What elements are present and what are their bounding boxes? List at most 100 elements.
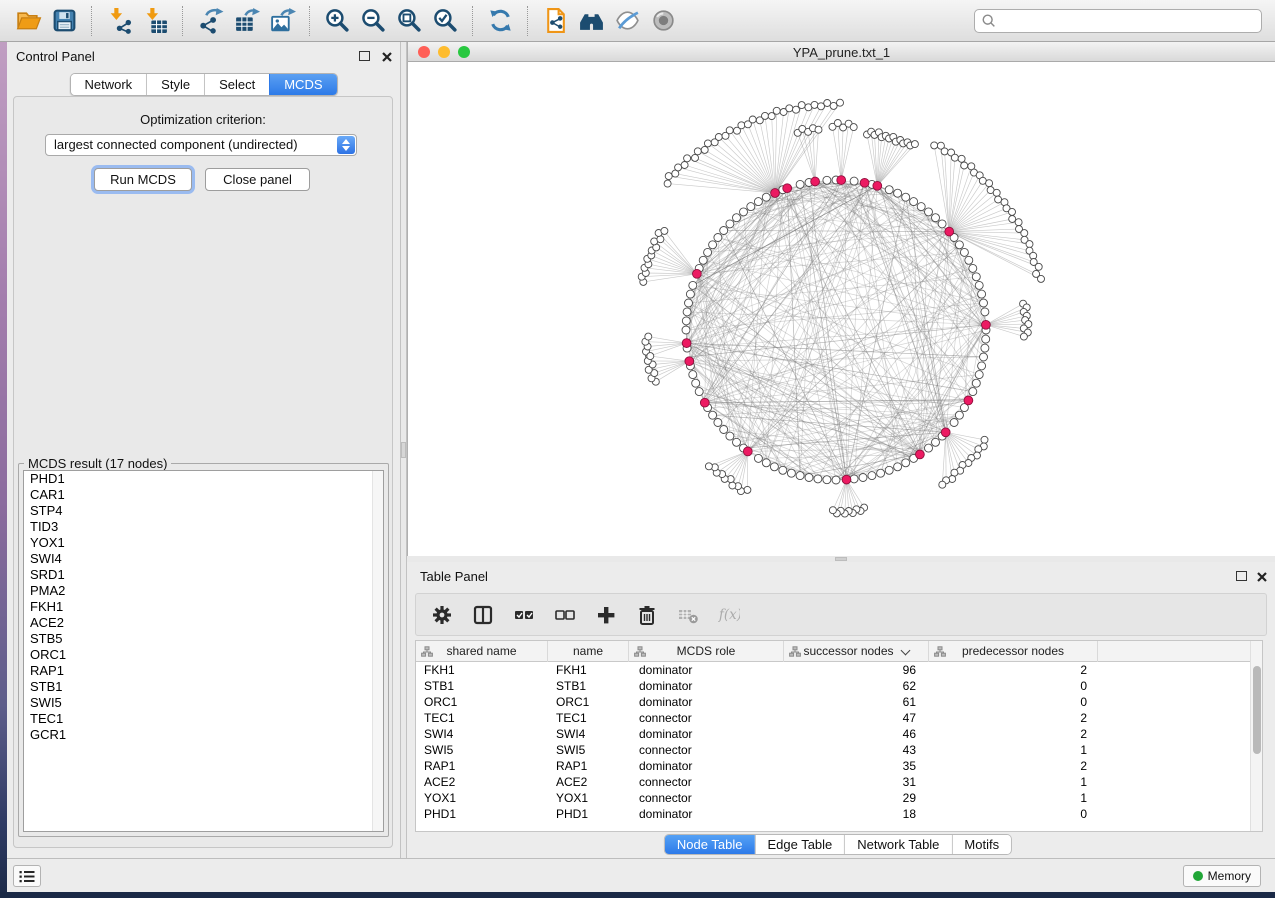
splitter-grip[interactable] (401, 442, 406, 458)
table-cell[interactable]: 96 (784, 662, 929, 678)
close-panel-icon[interactable] (1256, 570, 1268, 582)
apply-layout-button[interactable] (482, 4, 518, 38)
mcds-result-item[interactable]: STB1 (24, 679, 383, 695)
mcds-result-item[interactable]: RAP1 (24, 663, 383, 679)
table-cell[interactable]: 46 (784, 726, 929, 742)
table-cell[interactable]: 43 (784, 742, 929, 758)
table-cell[interactable]: 1 (929, 774, 1098, 790)
zoom-out-button[interactable] (355, 4, 391, 38)
delete-columns-button[interactable] (635, 603, 659, 627)
export-image-button[interactable] (264, 4, 300, 38)
table-row[interactable]: ACE2ACE2connector311 (416, 774, 1250, 790)
table-cell[interactable]: SWI5 (548, 742, 629, 758)
run-mcds-button[interactable]: Run MCDS (94, 168, 192, 191)
table-cell[interactable]: 1 (929, 790, 1098, 806)
table-cell[interactable]: FKH1 (548, 662, 629, 678)
table-row[interactable]: TEC1TEC1connector472 (416, 710, 1250, 726)
table-cell[interactable]: connector (629, 710, 784, 726)
table-row[interactable]: PHD1PHD1dominator180 (416, 806, 1250, 822)
table-cell[interactable]: 0 (929, 678, 1098, 694)
mcds-result-item[interactable]: PHD1 (24, 471, 383, 487)
mcds-result-item[interactable]: SRD1 (24, 567, 383, 583)
mcds-result-item[interactable]: FKH1 (24, 599, 383, 615)
table-cell[interactable]: 18 (784, 806, 929, 822)
column-header-name[interactable]: name (548, 641, 629, 662)
table-cell[interactable]: 0 (929, 806, 1098, 822)
table-cell[interactable]: dominator (629, 678, 784, 694)
open-session-button[interactable] (10, 4, 46, 38)
search-input[interactable] (997, 11, 1261, 31)
table-row[interactable]: SWI5SWI5connector431 (416, 742, 1250, 758)
table-cell[interactable]: STB1 (548, 678, 629, 694)
table-cell[interactable]: PHD1 (416, 806, 548, 822)
column-header-successor-nodes[interactable]: successor nodes (784, 641, 929, 662)
mcds-result-item[interactable]: TID3 (24, 519, 383, 535)
zoom-in-button[interactable] (319, 4, 355, 38)
mcds-result-item[interactable]: PMA2 (24, 583, 383, 599)
deselect-all-columns-button[interactable] (553, 603, 577, 627)
table-scrollbar[interactable] (1250, 641, 1262, 831)
task-history-button[interactable] (13, 865, 41, 887)
tab-mcds[interactable]: MCDS (269, 74, 336, 95)
export-table-button[interactable] (228, 4, 264, 38)
show-columns-button[interactable] (471, 603, 495, 627)
new-network-from-selection-button[interactable] (537, 4, 573, 38)
mcds-result-item[interactable]: CAR1 (24, 487, 383, 503)
table-cell[interactable]: STB1 (416, 678, 548, 694)
mcds-result-item[interactable]: GCR1 (24, 727, 383, 743)
memory-button[interactable]: Memory (1183, 865, 1261, 887)
table-cell[interactable]: RAP1 (548, 758, 629, 774)
table-row[interactable]: RAP1RAP1dominator352 (416, 758, 1250, 774)
table-cell[interactable]: dominator (629, 662, 784, 678)
table-row[interactable]: STB1STB1dominator620 (416, 678, 1250, 694)
table-row[interactable]: SWI4SWI4dominator462 (416, 726, 1250, 742)
table-cell[interactable]: ORC1 (416, 694, 548, 710)
table-cell[interactable]: SWI4 (548, 726, 629, 742)
table-cell[interactable]: 35 (784, 758, 929, 774)
zoom-fit-button[interactable] (391, 4, 427, 38)
column-header-shared-name[interactable]: shared name (416, 641, 548, 662)
table-cell[interactable]: 62 (784, 678, 929, 694)
show-graphics-details-button[interactable] (645, 4, 681, 38)
mcds-list-scrollbar[interactable] (372, 471, 383, 831)
table-cell[interactable]: TEC1 (416, 710, 548, 726)
column-header-MCDS-role[interactable]: MCDS role (629, 641, 784, 662)
table-cell[interactable]: connector (629, 742, 784, 758)
table-row[interactable]: ORC1ORC1dominator610 (416, 694, 1250, 710)
table-cell[interactable]: ORC1 (548, 694, 629, 710)
table-cell[interactable]: PHD1 (548, 806, 629, 822)
mcds-result-item[interactable]: ACE2 (24, 615, 383, 631)
vertical-splitter[interactable] (400, 42, 407, 858)
tab-network-table[interactable]: Network Table (844, 835, 951, 854)
first-neighbors-button[interactable] (573, 4, 609, 38)
table-cell[interactable]: dominator (629, 694, 784, 710)
table-scrollbar-thumb[interactable] (1253, 666, 1261, 754)
table-settings-button[interactable] (430, 603, 454, 627)
tab-network[interactable]: Network (70, 74, 146, 95)
mcds-result-item[interactable]: YOX1 (24, 535, 383, 551)
hide-graphics-details-button[interactable] (609, 4, 645, 38)
table-cell[interactable]: ACE2 (416, 774, 548, 790)
table-cell[interactable]: SWI4 (416, 726, 548, 742)
table-cell[interactable]: 61 (784, 694, 929, 710)
table-cell[interactable]: dominator (629, 806, 784, 822)
column-header-predecessor-nodes[interactable]: predecessor nodes (929, 641, 1098, 662)
table-cell[interactable]: 1 (929, 742, 1098, 758)
close-panel-icon[interactable] (381, 50, 393, 62)
export-network-button[interactable] (192, 4, 228, 38)
table-cell[interactable]: ACE2 (548, 774, 629, 790)
table-cell[interactable]: TEC1 (548, 710, 629, 726)
tab-select[interactable]: Select (204, 74, 269, 95)
mcds-result-item[interactable]: STP4 (24, 503, 383, 519)
table-cell[interactable]: 47 (784, 710, 929, 726)
table-cell[interactable]: YOX1 (416, 790, 548, 806)
add-column-button[interactable] (594, 603, 618, 627)
table-cell[interactable]: 2 (929, 758, 1098, 774)
mcds-result-item[interactable]: SWI4 (24, 551, 383, 567)
table-cell[interactable]: SWI5 (416, 742, 548, 758)
import-network-button[interactable] (101, 4, 137, 38)
splitter-grip[interactable] (835, 557, 847, 561)
table-cell[interactable]: 29 (784, 790, 929, 806)
tab-edge-table[interactable]: Edge Table (754, 835, 844, 854)
table-cell[interactable]: YOX1 (548, 790, 629, 806)
